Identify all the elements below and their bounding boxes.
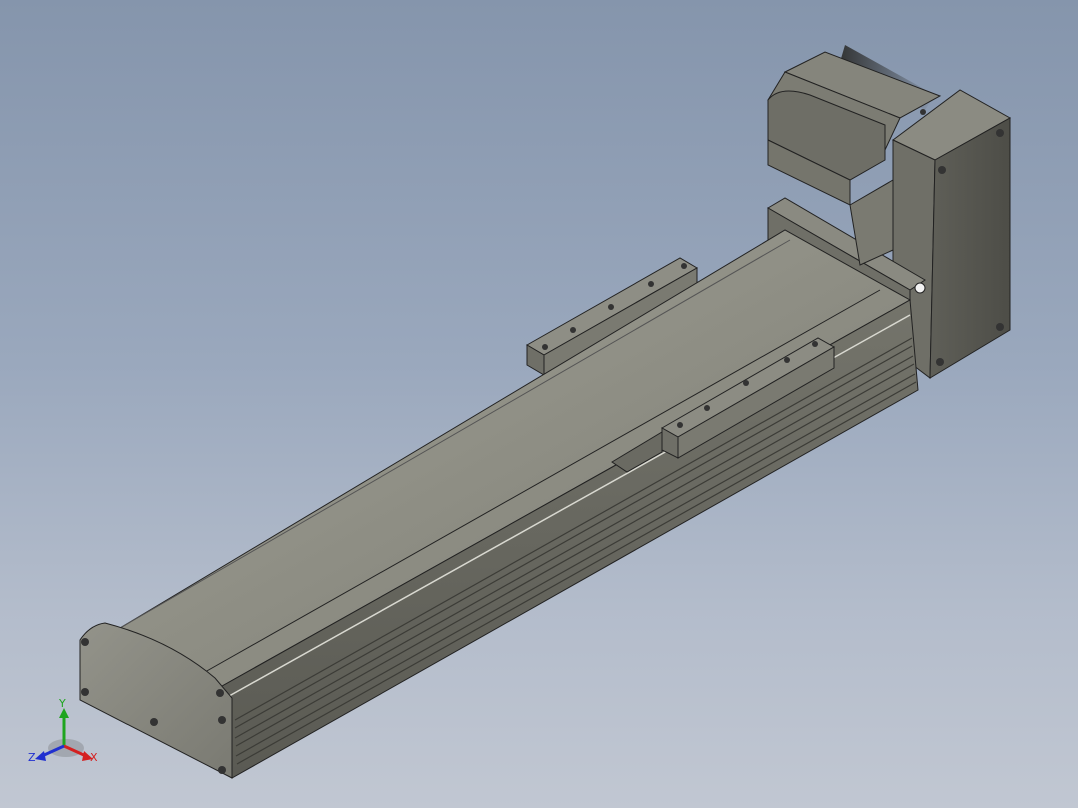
triad-x-label: X (90, 751, 98, 764)
triad-y-label: Y (58, 697, 66, 710)
axis-triad: Y X Z (28, 697, 98, 764)
linear-actuator-model[interactable]: Y X Z (0, 0, 1078, 808)
actuator-body[interactable] (79, 229, 919, 779)
cad-3d-viewport[interactable]: Y X Z (0, 0, 1078, 808)
triad-z-label: Z (28, 751, 36, 764)
